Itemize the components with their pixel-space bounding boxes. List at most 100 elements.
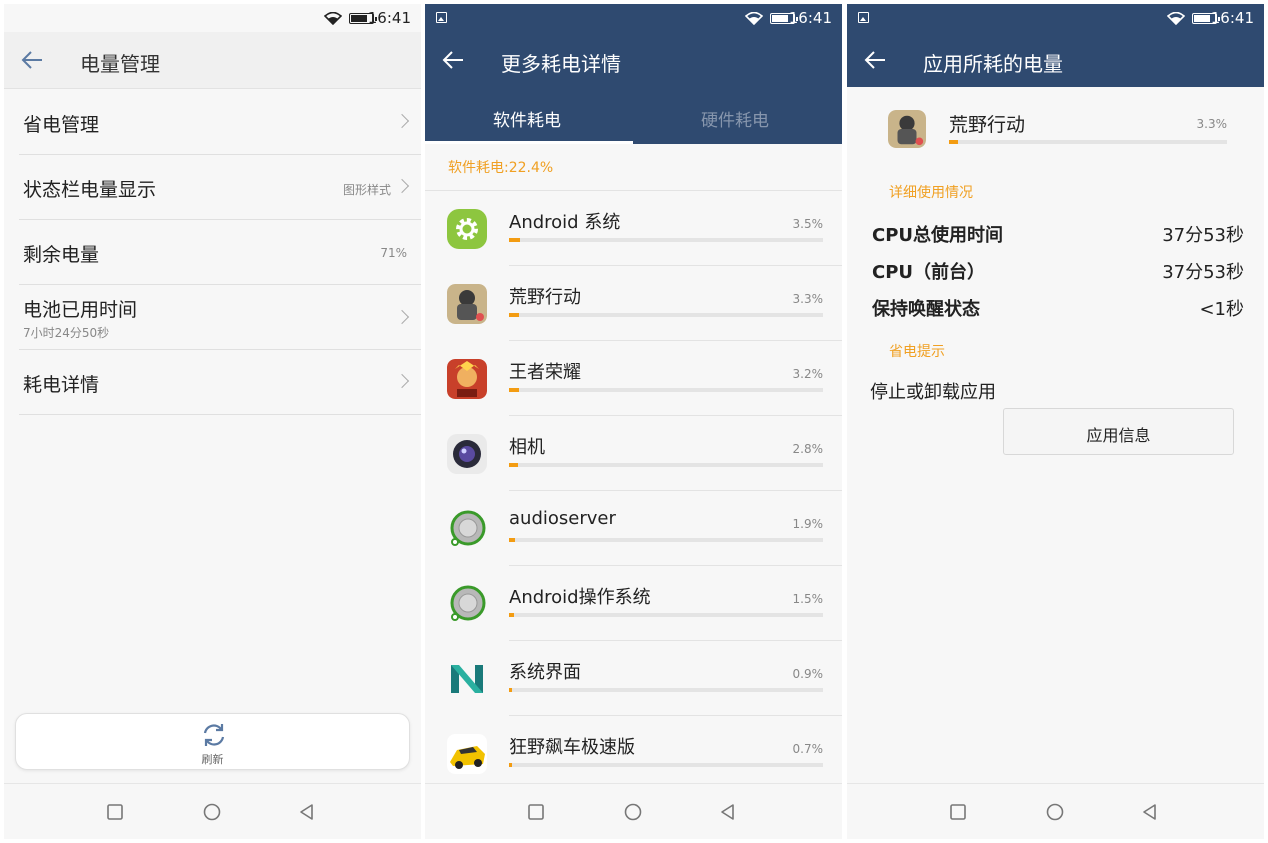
app-percent: 3.3%: [792, 292, 824, 306]
stat-row-cpu-total: CPU总使用时间 37分53秒: [872, 221, 1244, 251]
system-nav-bar: [425, 783, 842, 839]
wifi-icon: [324, 12, 342, 25]
menu-item-label: 状态栏电量显示: [23, 179, 157, 201]
app-summary: 荒野行动 3.3%: [847, 104, 1264, 154]
app-name: 荒野行动: [949, 114, 1026, 136]
home-icon[interactable]: [202, 802, 222, 822]
audioserver-icon: [450, 510, 486, 546]
app-bar: 应用所耗的电量: [847, 32, 1264, 89]
list-item[interactable]: 荒野行动 3.3%: [425, 266, 842, 341]
knives-out-game-icon: [888, 110, 926, 148]
system-ui-n-icon: [451, 665, 483, 693]
usage-bar: [509, 763, 823, 767]
tab-hardware[interactable]: 硬件耗电: [701, 106, 769, 131]
usage-bar-fill: [509, 388, 520, 392]
settings-list: 省电管理 状态栏电量显示 图形样式 剩余电量 71% 电池已用时间 7小时24分…: [4, 90, 421, 415]
back-arrow-icon[interactable]: [441, 50, 465, 70]
menu-item-label: 剩余电量: [23, 244, 100, 266]
app-name: 系统界面: [509, 662, 581, 683]
stat-row-cpu-foreground: CPU（前台） 37分53秒: [872, 258, 1244, 288]
chevron-right-icon: [394, 113, 410, 129]
usage-bar-fill: [509, 238, 520, 242]
list-item[interactable]: 相机 2.8%: [425, 416, 842, 491]
menu-item-value: 图形样式: [342, 183, 391, 197]
menu-item-label: 耗电详情: [23, 374, 100, 396]
stat-value: <1秒: [1199, 299, 1244, 320]
wifi-icon: [745, 12, 763, 25]
tab-bar: 软件耗电 硬件耗电: [425, 89, 842, 144]
tip-text: 停止或卸载应用: [870, 382, 996, 403]
app-percent: 3.3%: [1196, 117, 1228, 131]
app-percent: 3.2%: [792, 367, 824, 381]
app-name: 王者荣耀: [509, 362, 581, 383]
clock: 16:41: [788, 9, 832, 27]
usage-bar-fill: [509, 763, 513, 767]
back-arrow-icon[interactable]: [863, 50, 887, 70]
app-name: 荒野行动: [509, 287, 581, 308]
recent-apps-icon[interactable]: [948, 802, 968, 822]
usage-bar-fill: [509, 538, 515, 542]
list-item[interactable]: Android 系统 3.5%: [425, 191, 842, 266]
home-icon[interactable]: [1045, 802, 1065, 822]
usage-bar-fill: [509, 688, 513, 692]
app-info-button[interactable]: 应用信息: [1003, 408, 1234, 455]
camera-icon: [447, 434, 487, 474]
back-arrow-icon[interactable]: [20, 50, 44, 70]
app-name: Android操作系统: [509, 587, 651, 608]
menu-item-consumption-details[interactable]: 耗电详情: [19, 350, 421, 415]
usage-bar-fill: [949, 140, 959, 144]
chevron-right-icon: [394, 373, 410, 389]
honor-of-kings-game-icon: [447, 359, 487, 399]
recent-apps-icon[interactable]: [105, 802, 125, 822]
summary-text: 软件耗电:22.4%: [448, 160, 554, 176]
tab-software[interactable]: 软件耗电: [493, 106, 561, 131]
stat-row-keep-awake: 保持唤醒状态 <1秒: [872, 295, 1244, 325]
usage-bar-fill: [509, 463, 518, 467]
knives-out-game-icon: [447, 284, 487, 324]
android-system-gear-icon: [447, 209, 487, 249]
list-item[interactable]: 狂野飙车极速版 0.7%: [425, 716, 842, 791]
menu-item-statusbar-display[interactable]: 状态栏电量显示 图形样式: [19, 155, 421, 220]
app-percent: 2.8%: [792, 442, 824, 456]
list-item[interactable]: 王者荣耀 3.2%: [425, 341, 842, 416]
system-nav-bar: [847, 783, 1264, 839]
app-percent: 1.5%: [792, 592, 824, 606]
software-consumption-summary: 软件耗电:22.4%: [425, 144, 842, 191]
stat-value: 37分53秒: [1162, 225, 1244, 246]
usage-bar: [509, 313, 823, 317]
list-item[interactable]: audioserver 1.9%: [425, 491, 842, 566]
home-icon[interactable]: [623, 802, 643, 822]
page-title: 更多耗电详情: [501, 52, 621, 76]
nav-back-icon[interactable]: [1140, 802, 1160, 822]
app-bar: 更多耗电详情: [425, 32, 842, 89]
menu-item-value: 71%: [380, 246, 407, 260]
list-item[interactable]: Android操作系统 1.5%: [425, 566, 842, 641]
menu-item-battery-used-time[interactable]: 电池已用时间 7小时24分50秒: [19, 285, 421, 350]
clock: 16:41: [367, 9, 411, 27]
usage-bar: [509, 388, 823, 392]
nav-back-icon[interactable]: [297, 802, 317, 822]
page-title: 电量管理: [80, 52, 160, 76]
menu-item-label: 省电管理: [23, 114, 100, 136]
app-name: audioserver: [509, 508, 616, 529]
menu-item-remaining-battery: 剩余电量 71%: [19, 220, 421, 285]
menu-item-subtext: 7小时24分50秒: [23, 326, 110, 340]
menu-item-label: 电池已用时间: [23, 299, 138, 321]
clock: 16:41: [1210, 9, 1254, 27]
chevron-right-icon: [394, 178, 410, 194]
usage-bar-fill: [509, 313, 520, 317]
usage-bar: [509, 613, 823, 617]
usage-bar: [509, 688, 823, 692]
list-item[interactable]: 系统界面 0.9%: [425, 641, 842, 716]
status-bar: 16:41: [425, 4, 842, 32]
image-notification-icon: [858, 12, 869, 23]
usage-bar: [509, 463, 823, 467]
image-notification-icon: [436, 12, 447, 23]
recent-apps-icon[interactable]: [526, 802, 546, 822]
usage-bar: [509, 238, 823, 242]
refresh-button[interactable]: 刷新: [15, 713, 410, 770]
menu-item-power-saving[interactable]: 省电管理: [19, 90, 421, 155]
asphalt-racing-car-icon: [447, 734, 487, 774]
stat-label: CPU（前台）: [872, 262, 986, 283]
nav-back-icon[interactable]: [718, 802, 738, 822]
